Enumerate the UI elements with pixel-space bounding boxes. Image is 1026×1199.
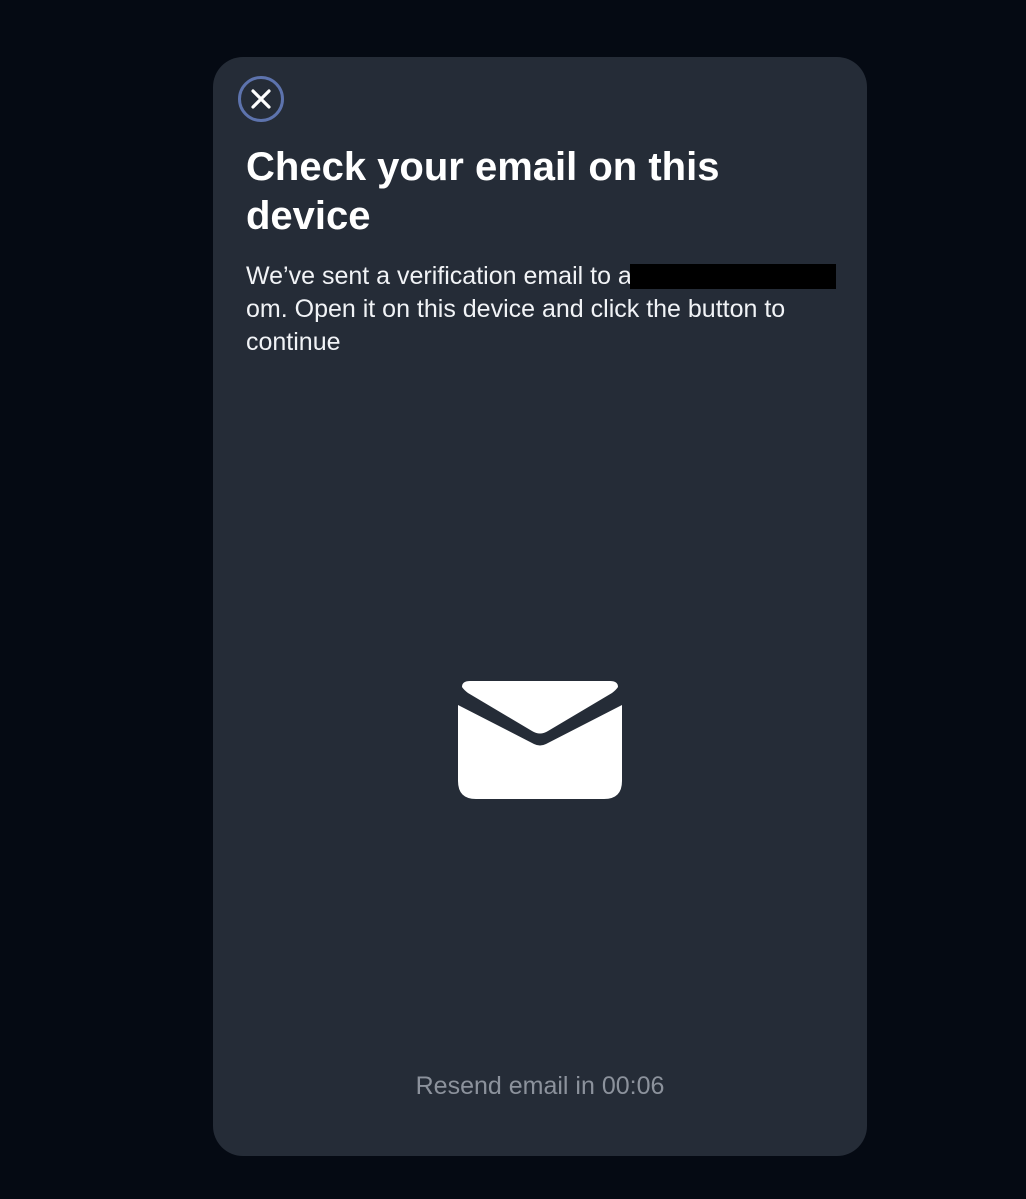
- verification-dialog: Check your email on this device We’ve se…: [213, 57, 867, 1156]
- resend-email-countdown: Resend email in 00:06: [415, 1072, 665, 1100]
- description-text-prefix: We’ve sent a verification email to a: [246, 262, 632, 290]
- dialog-description: We’ve sent a verification email to a om. …: [246, 260, 836, 359]
- redacted-email: [629, 264, 836, 289]
- close-icon: [251, 89, 271, 109]
- dialog-title: Check your email on this device: [246, 145, 720, 238]
- mail-envelope-icon: [458, 681, 622, 799]
- description-text-suffix: om. Open it on this device and click the…: [246, 295, 786, 356]
- close-button[interactable]: [238, 76, 284, 122]
